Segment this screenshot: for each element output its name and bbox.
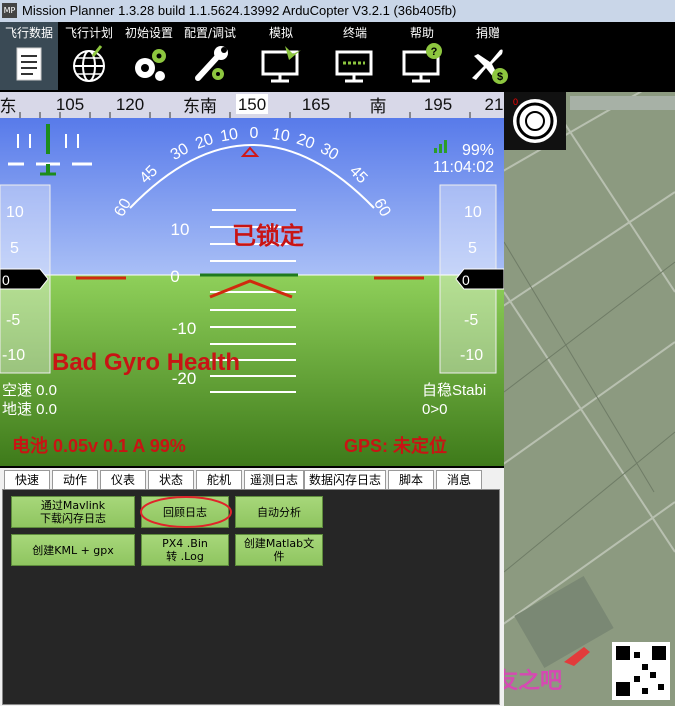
help-monitor-icon: ? bbox=[402, 43, 442, 83]
battery-percent: 99% bbox=[462, 142, 494, 159]
tab-status[interactable]: 状态 bbox=[148, 470, 194, 490]
menu-help[interactable]: 帮助 ? bbox=[392, 22, 452, 90]
terminal-icon bbox=[335, 50, 373, 83]
title-bar: MP Mission Planner 1.3.28 build 1.1.5624… bbox=[0, 0, 675, 22]
altitude-tick: -10 bbox=[460, 347, 483, 364]
monitor-plane-icon bbox=[261, 46, 301, 83]
pitch-label: -10 bbox=[172, 319, 197, 338]
compass-value: 0 bbox=[513, 97, 518, 107]
tab-telemetry-logs[interactable]: 遥测日志 bbox=[244, 470, 304, 490]
clock: 11:04:02 bbox=[433, 159, 494, 176]
tab-dataflash-logs[interactable]: 数据闪存日志 bbox=[304, 470, 386, 491]
gps-status: GPS: 未定位 bbox=[344, 435, 447, 456]
altitude-tick: 10 bbox=[464, 204, 482, 221]
create-matlab-button[interactable]: 创建Matlab文 件 bbox=[235, 534, 323, 566]
menu-simulation[interactable]: 模拟 bbox=[250, 22, 312, 90]
wrench-icon bbox=[195, 46, 228, 81]
heading-label: 165 bbox=[302, 95, 330, 114]
app-icon: MP bbox=[2, 3, 17, 18]
pitch-label: 10 bbox=[171, 220, 190, 239]
tab-messages[interactable]: 消息 bbox=[436, 470, 482, 490]
map-view[interactable]: 0 0 模友之吧 bbox=[504, 92, 675, 706]
tab-actions[interactable]: 动作 bbox=[52, 470, 98, 490]
speed-tick: 10 bbox=[6, 204, 24, 221]
heading-label: 东 bbox=[0, 97, 17, 116]
tab-control: 快速 动作 仪表 状态 舵机 遥测日志 数据闪存日志 脚本 消息 通过Mavli… bbox=[0, 468, 504, 706]
battery-status: 电池 0.05v 0.1 A 99% bbox=[12, 435, 186, 456]
tab-scripts[interactable]: 脚本 bbox=[388, 470, 434, 490]
altitude-value: 0 bbox=[462, 272, 470, 288]
plane-dollar-icon: $ bbox=[472, 49, 508, 84]
menu-label: 帮助 bbox=[409, 26, 434, 40]
altitude-tick: 5 bbox=[468, 240, 477, 257]
heading-label: 195 bbox=[424, 95, 452, 114]
gears-icon bbox=[135, 49, 166, 81]
groundspeed: 地速 0.0 bbox=[2, 401, 57, 418]
menu-label: 配置/调试 bbox=[183, 26, 237, 40]
heading-label: 120 bbox=[116, 95, 144, 114]
satellite-map: 0 0 模友之吧 bbox=[504, 92, 675, 706]
heading-label: 南 bbox=[370, 97, 387, 116]
main-menu: 飞行数据 飞行计划 初始设置 配置/调试 模拟 终端 帮助 ? 捐赠 $ bbox=[0, 22, 675, 90]
svg-text:?: ? bbox=[431, 46, 438, 58]
svg-text:$: $ bbox=[497, 71, 503, 83]
menu-flight-plan[interactable]: 飞行计划 bbox=[60, 22, 118, 90]
globe-icon bbox=[73, 45, 105, 82]
roll-tick: 10 bbox=[219, 126, 240, 146]
artificial-horizon: 东 105 120 东南 150 165 南 195 21 60 45 30 2… bbox=[0, 92, 504, 466]
tab-gauges[interactable]: 仪表 bbox=[100, 470, 146, 490]
menu-donate[interactable]: 捐赠 $ bbox=[458, 22, 518, 90]
heading-label: 21 bbox=[485, 95, 504, 114]
flight-mode: 自稳Stabi bbox=[422, 382, 486, 399]
px4-bin-convert-button[interactable]: PX4 .Bin 转 .Log bbox=[141, 534, 229, 566]
roll-tick: 10 bbox=[271, 126, 292, 146]
create-kml-button[interactable]: 创建KML + gpx bbox=[11, 534, 135, 566]
menu-label: 飞行计划 bbox=[64, 26, 113, 40]
flight-data-icon bbox=[16, 47, 42, 81]
warning-text: Bad Gyro Health bbox=[52, 349, 240, 376]
auto-analysis-button[interactable]: 自动分析 bbox=[235, 496, 323, 528]
menu-label: 模拟 bbox=[268, 26, 293, 40]
menu-initial-setup[interactable]: 初始设置 bbox=[120, 22, 178, 90]
tab-quick[interactable]: 快速 bbox=[4, 470, 50, 490]
download-dataflash-button[interactable]: 通过Mavlink 下载闪存日志 bbox=[11, 496, 135, 528]
speed-tick: -5 bbox=[6, 312, 20, 329]
menu-terminal[interactable]: 终端 bbox=[324, 22, 386, 90]
tab-servo[interactable]: 舵机 bbox=[196, 470, 242, 490]
roll-tick: 0 bbox=[250, 125, 259, 142]
heading-label: 东南 bbox=[183, 97, 217, 116]
svg-text:模友之吧: 模友之吧 bbox=[504, 668, 562, 694]
highlight-circle bbox=[140, 496, 232, 528]
menu-label: 终端 bbox=[342, 26, 367, 40]
waypoint-distance: 0>0 bbox=[422, 401, 447, 418]
speed-value: 0 bbox=[2, 272, 10, 288]
menu-label: 飞行数据 bbox=[4, 26, 53, 40]
heading-current: 150 bbox=[238, 95, 266, 114]
menu-flight-data[interactable]: 飞行数据 bbox=[0, 22, 58, 90]
menu-config-tuning[interactable]: 配置/调试 bbox=[180, 22, 240, 90]
menu-label: 初始设置 bbox=[124, 26, 173, 40]
dataflash-panel: 通过Mavlink 下载闪存日志 回顾日志 自动分析 创建KML + gpx P… bbox=[2, 489, 500, 705]
heading-label: 105 bbox=[56, 95, 84, 114]
speed-tick: -10 bbox=[2, 347, 25, 364]
altitude-tick: -5 bbox=[464, 312, 478, 329]
speed-tick: 5 bbox=[10, 240, 19, 257]
pitch-label: 0 bbox=[170, 267, 179, 286]
arm-status: 已锁定 bbox=[232, 222, 304, 250]
hud-display: 东 105 120 东南 150 165 南 195 21 60 45 30 2… bbox=[0, 92, 504, 466]
window-title: Mission Planner 1.3.28 build 1.1.5624.13… bbox=[22, 3, 457, 18]
menu-label: 捐赠 bbox=[475, 26, 500, 40]
airspeed: 空速 0.0 bbox=[2, 382, 57, 399]
